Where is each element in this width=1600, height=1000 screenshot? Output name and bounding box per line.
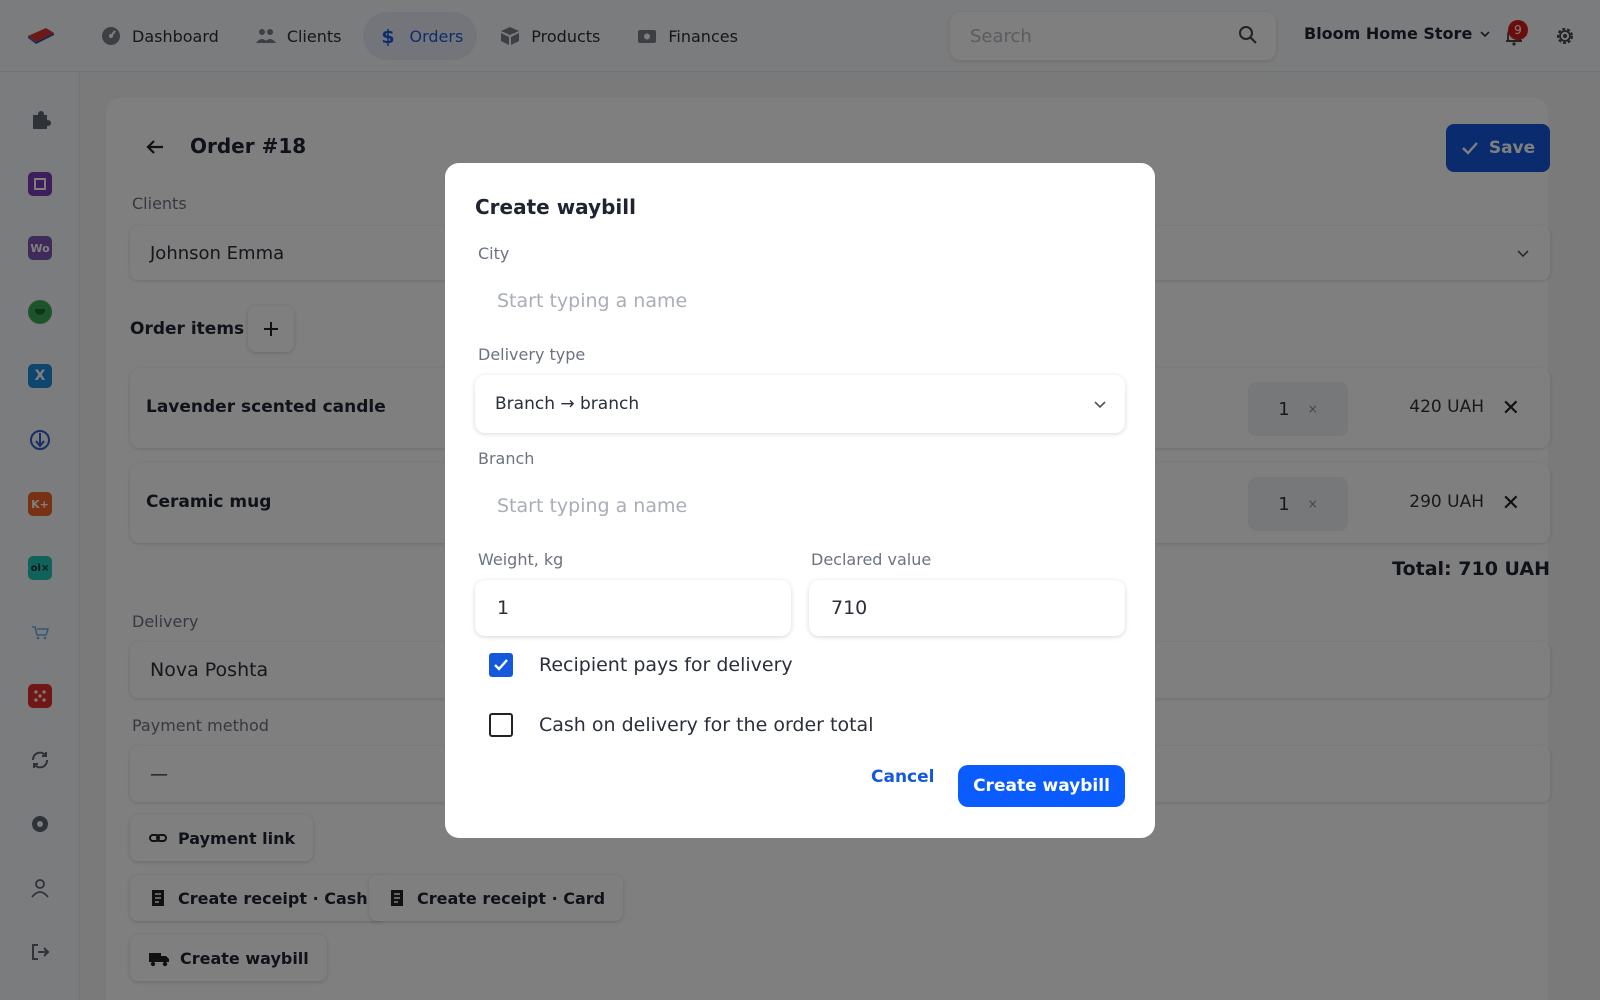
cash-on-delivery-checkbox[interactable] — [489, 713, 513, 737]
cancel-button[interactable]: Cancel — [871, 767, 934, 787]
recipient-pays-option[interactable]: Recipient pays for delivery — [489, 653, 793, 677]
branch-input[interactable] — [475, 478, 1125, 534]
dialog-title: Create waybill — [475, 195, 636, 219]
create-waybill-button[interactable]: Create waybill — [958, 765, 1125, 807]
checkmark-icon — [494, 659, 508, 671]
recipient-pays-checkbox[interactable] — [489, 653, 513, 677]
cash-on-delivery-label: Cash on delivery for the order total — [539, 714, 874, 736]
delivery-type-select[interactable]: Branch → branch — [475, 375, 1125, 433]
declared-value-input[interactable] — [809, 580, 1125, 636]
weight-input[interactable] — [475, 580, 791, 636]
weight-label: Weight, kg — [478, 550, 564, 569]
cash-on-delivery-option[interactable]: Cash on delivery for the order total — [489, 713, 873, 737]
create-waybill-dialog: Create waybill City Delivery type Branch… — [445, 163, 1155, 838]
recipient-pays-label: Recipient pays for delivery — [539, 654, 793, 676]
city-input[interactable] — [475, 273, 1125, 329]
branch-label: Branch — [478, 449, 535, 468]
chevron-down-icon — [1094, 401, 1106, 409]
delivery-type-value: Branch → branch — [495, 394, 640, 414]
city-label: City — [478, 244, 510, 263]
create-waybill-label: Create waybill — [973, 776, 1110, 796]
declared-value-label: Declared value — [811, 550, 932, 569]
delivery-type-label: Delivery type — [478, 345, 586, 364]
